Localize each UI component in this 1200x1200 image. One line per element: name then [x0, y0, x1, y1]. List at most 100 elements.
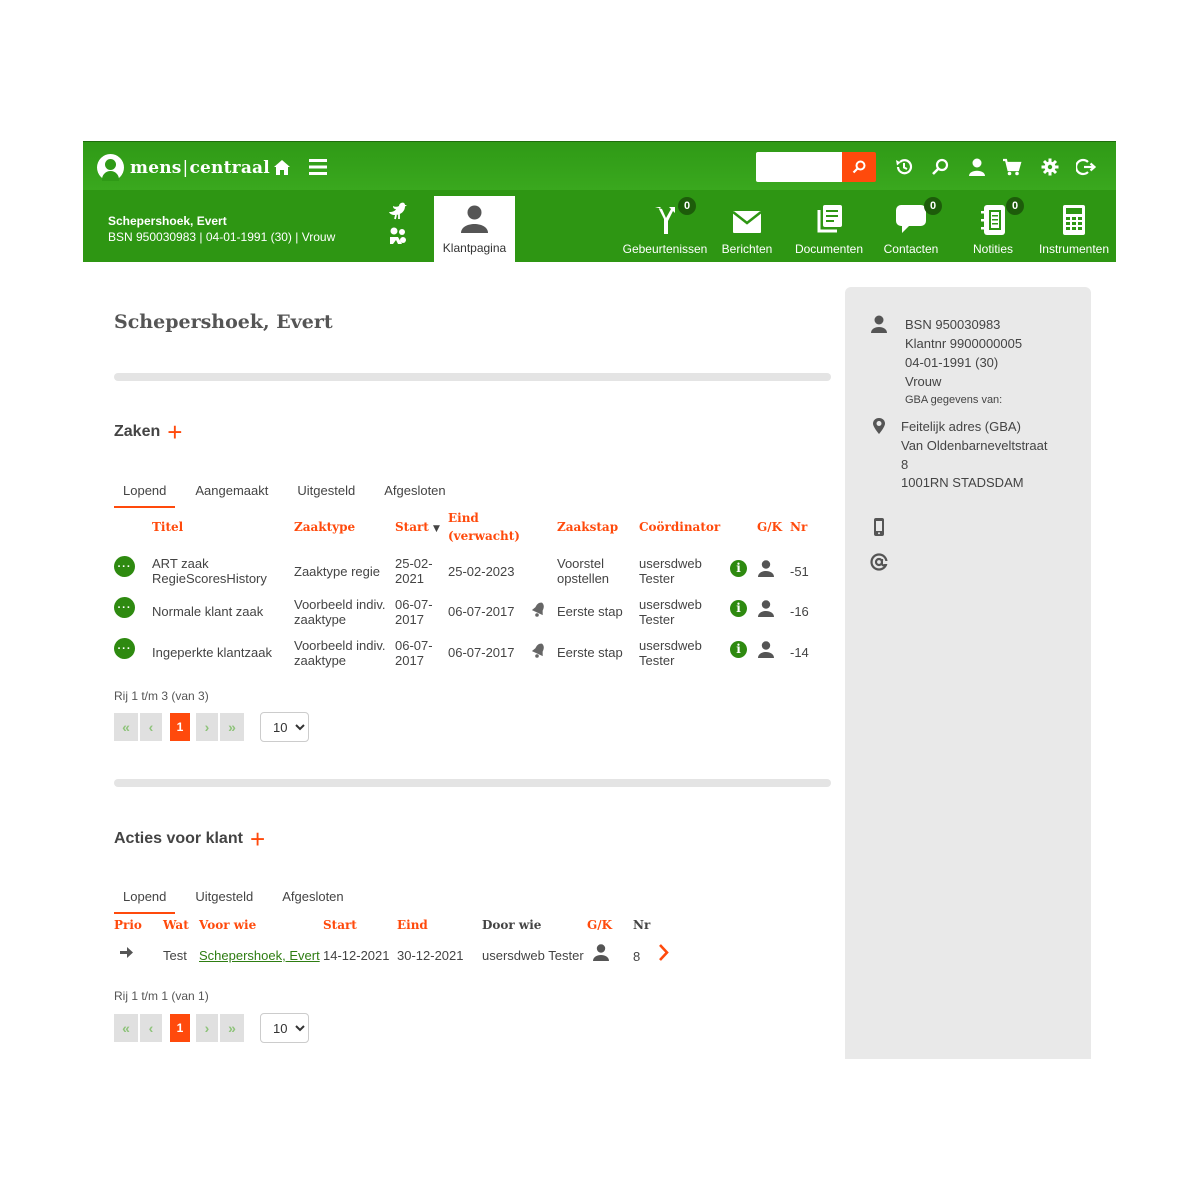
pager-status: Rij 1 t/m 1 (van 1)	[114, 989, 209, 1003]
email-icon	[870, 553, 888, 571]
next-page-button[interactable]: ›	[196, 1014, 218, 1042]
col-door-wie[interactable]: Door wie	[482, 916, 541, 934]
gba-label: GBA gegevens van:	[905, 394, 1003, 406]
chevron-right-icon[interactable]	[658, 944, 669, 961]
tab-lopend[interactable]: Lopend	[114, 889, 176, 914]
search-icon	[852, 160, 866, 174]
logo-icon	[97, 154, 124, 181]
more-icon[interactable]: ···	[114, 638, 135, 659]
more-icon[interactable]: ···	[114, 556, 135, 577]
col-prio[interactable]: Prio	[114, 916, 142, 934]
more-icon[interactable]: ···	[114, 597, 135, 618]
tab-uitgesteld[interactable]: Uitgesteld	[186, 889, 262, 914]
house-number: 8	[901, 457, 909, 472]
pagination: « ‹ 1 › » 10	[114, 712, 309, 742]
sort-desc-icon: ▼	[433, 524, 440, 534]
pagination: « ‹ 1 › » 10	[114, 1013, 309, 1043]
calculator-icon	[1063, 205, 1085, 235]
bell-icon	[532, 643, 544, 658]
zaken-title: Zaken +	[114, 417, 183, 447]
birth-date: 04-01-1991 (30)	[905, 355, 999, 370]
first-page-button[interactable]: «	[114, 713, 138, 741]
history-icon[interactable]	[893, 156, 915, 178]
next-page-button[interactable]: ›	[196, 713, 218, 741]
col-voor-wie[interactable]: Voor wie	[199, 916, 256, 934]
menu-icon[interactable]	[307, 156, 329, 178]
family-icon[interactable]	[388, 226, 410, 248]
page-title: Schepershoek, Evert	[114, 311, 333, 333]
street: Van Oldenbarneveltstraat	[901, 438, 1048, 453]
page-button[interactable]: 1	[170, 713, 190, 741]
client-link[interactable]: Schepershoek, Evert	[199, 948, 320, 963]
last-page-button[interactable]: »	[220, 713, 244, 741]
person-icon	[758, 600, 774, 617]
bird-icon[interactable]	[388, 200, 410, 222]
first-page-button[interactable]: «	[114, 1014, 138, 1042]
add-zaak-button[interactable]: +	[167, 419, 182, 445]
page-button[interactable]: 1	[170, 1014, 190, 1042]
bell-icon	[532, 602, 544, 617]
person-icon	[871, 315, 887, 333]
search-button[interactable]	[842, 152, 876, 182]
fork-icon	[655, 207, 675, 234]
tab-aangemaakt[interactable]: Aangemaakt	[186, 483, 277, 508]
client-bar: Schepershoek, Evert BSN 950030983 | 04-0…	[83, 190, 1116, 262]
col-nr[interactable]: Nr	[790, 518, 807, 536]
info-icon[interactable]: i	[730, 641, 747, 658]
chat-icon	[896, 205, 926, 233]
client-name: Schepershoek, Evert	[108, 214, 227, 228]
col-titel[interactable]: Titel	[152, 518, 183, 536]
prev-page-button[interactable]: ‹	[140, 1014, 162, 1042]
documents-icon	[817, 205, 842, 233]
logout-icon[interactable]	[1075, 156, 1097, 178]
info-icon[interactable]: i	[730, 600, 747, 617]
col-zaakstap[interactable]: Zaakstap	[557, 518, 618, 536]
col-zaaktype[interactable]: Zaaktype	[294, 518, 355, 536]
col-coordinator[interactable]: Coördinator	[639, 518, 720, 536]
top-bar: mens|centraal	[83, 141, 1116, 190]
acties-tabs: Lopend Uitgesteld Afgesloten	[114, 889, 364, 914]
phone-icon	[874, 518, 884, 536]
tab-lopend[interactable]: Lopend	[114, 483, 176, 508]
pager-status: Rij 1 t/m 3 (van 3)	[114, 689, 209, 703]
divider	[114, 779, 831, 787]
page-size-select[interactable]: 10	[260, 712, 309, 742]
address-label: Feitelijk adres (GBA)	[901, 419, 1021, 434]
gear-icon[interactable]	[1039, 156, 1061, 178]
tab-afgesloten[interactable]: Afgesloten	[375, 483, 454, 508]
col-eind[interactable]: Eind	[397, 916, 428, 934]
col-gk[interactable]: G/K	[757, 518, 782, 536]
cart-icon[interactable]	[1001, 156, 1023, 178]
col-nr[interactable]: Nr	[633, 916, 650, 934]
zaken-tabs: Lopend Aangemaakt Uitgesteld Afgesloten	[114, 483, 466, 508]
info-icon[interactable]: i	[730, 560, 747, 577]
search-icon[interactable]	[929, 156, 951, 178]
tab-afgesloten[interactable]: Afgesloten	[273, 889, 352, 914]
arrow-right-icon	[120, 947, 133, 958]
prev-page-button[interactable]: ‹	[140, 713, 162, 741]
user-icon[interactable]	[966, 156, 988, 178]
gender: Vrouw	[905, 374, 942, 389]
envelope-icon	[733, 211, 761, 233]
person-icon	[758, 641, 774, 658]
col-eind[interactable]: Eind (verwacht)	[448, 509, 520, 545]
tab-uitgesteld[interactable]: Uitgesteld	[288, 483, 364, 508]
client-sidebar: BSN 950030983 Klantnr 9900000005 04-01-1…	[845, 287, 1091, 1059]
search-input[interactable]	[756, 152, 842, 182]
add-actie-button[interactable]: +	[250, 826, 265, 852]
col-gk[interactable]: G/K	[587, 916, 612, 934]
last-page-button[interactable]: »	[220, 1014, 244, 1042]
notebook-icon	[981, 205, 1005, 235]
acties-title: Acties voor klant +	[114, 824, 266, 854]
divider	[114, 373, 831, 381]
col-start[interactable]: Start	[323, 916, 357, 934]
tab-instrumenten[interactable]: Instrumenten	[1029, 200, 1119, 262]
page-size-select[interactable]: 10	[260, 1013, 309, 1043]
col-start[interactable]: Start ▼	[395, 518, 440, 538]
home-icon[interactable]	[271, 156, 293, 178]
col-wat[interactable]: Wat	[163, 916, 189, 934]
tab-klantpagina[interactable]: Klantpagina	[434, 196, 515, 262]
client-info: BSN 950030983 | 04-01-1991 (30) | Vrouw	[108, 230, 336, 244]
location-icon	[873, 418, 885, 434]
logo[interactable]: mens|centraal	[97, 154, 270, 181]
